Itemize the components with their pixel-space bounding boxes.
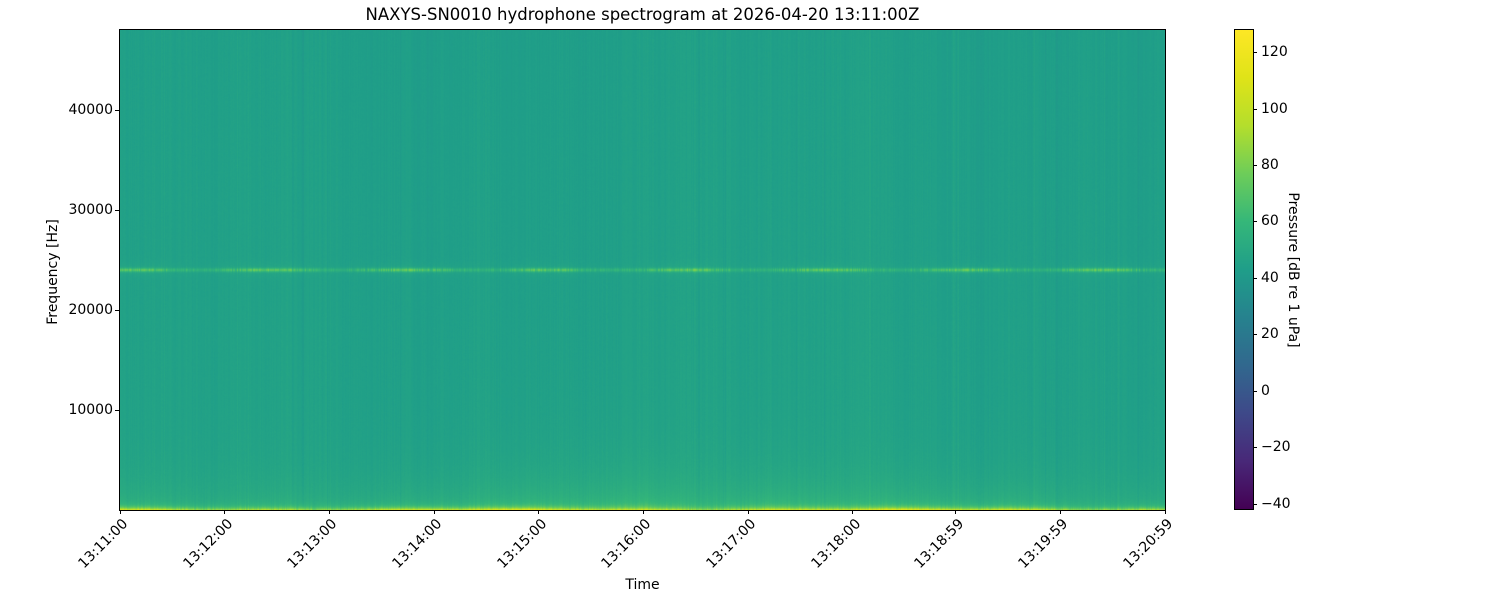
x-tick-mark: [538, 510, 540, 514]
chart-title: NAXYS-SN0010 hydrophone spectrogram at 2…: [365, 5, 920, 24]
y-tick-label: 40000: [68, 102, 113, 118]
y-tick-mark: [115, 410, 119, 411]
x-tick-text: 13:18:59: [911, 516, 967, 572]
y-axis-label: Frequency [Hz]: [45, 219, 61, 325]
colorbar-tick-label: 20: [1261, 326, 1279, 343]
x-tick-mark: [119, 510, 121, 514]
x-tick-mark: [955, 510, 957, 514]
y-tick-mark: [115, 210, 119, 211]
x-tick-mark: [852, 510, 854, 514]
x-tick-mark: [433, 510, 435, 514]
x-tick-mark: [642, 510, 644, 514]
colorbar-tick-mark: [1253, 503, 1257, 505]
colorbar-label: Pressure [dB re 1 uPa]: [1285, 192, 1301, 348]
colorbar-tick-mark: [1253, 277, 1257, 279]
x-tick-mark: [224, 510, 226, 514]
colorbar: [1234, 29, 1254, 510]
colorbar-tick-mark: [1253, 447, 1257, 449]
x-tick-text: 13:16:00: [598, 516, 655, 572]
colorbar-tick-mark: [1253, 52, 1257, 54]
x-tick-mark: [1164, 510, 1166, 514]
colorbar-tick-mark: [1253, 165, 1257, 166]
colorbar-tick-label: 100: [1261, 100, 1288, 117]
x-tick-mark: [747, 510, 749, 514]
x-tick-text: 13:19:59: [1015, 516, 1072, 572]
x-tick-text: 13:17:00: [703, 516, 760, 572]
spectrogram-plot: [119, 29, 1166, 511]
x-tick-mark: [328, 510, 330, 514]
colorbar-tick-label: 60: [1261, 213, 1279, 230]
colorbar-tick-label: 40: [1261, 269, 1279, 286]
y-tick-mark: [115, 110, 119, 111]
colorbar-gradient: [1235, 30, 1253, 509]
x-tick-text: 13:13:00: [284, 516, 341, 572]
colorbar-tick-mark: [1253, 334, 1257, 336]
colorbar-tick-mark: [1253, 108, 1257, 110]
y-tick-mark: [115, 310, 119, 311]
x-tick-text: 13:14:00: [389, 516, 446, 572]
x-tick-text: 13:15:00: [494, 516, 551, 572]
y-tick-label: 10000: [68, 402, 113, 418]
colorbar-tick-label: −40: [1261, 495, 1291, 512]
colorbar-tick-label: 80: [1261, 157, 1279, 173]
x-tick-text: 13:11:00: [75, 516, 132, 572]
y-tick-label: 30000: [68, 202, 113, 218]
x-axis-label: Time: [625, 577, 660, 593]
x-tick-text: 13:18:00: [808, 516, 865, 572]
x-tick-text: 13:20:59: [1120, 516, 1177, 572]
x-tick-mark: [1059, 510, 1061, 514]
colorbar-tick-mark: [1253, 390, 1257, 392]
colorbar-tick-mark: [1253, 221, 1257, 223]
colorbar-tick-label: 120: [1261, 44, 1288, 61]
figure: NAXYS-SN0010 hydrophone spectrogram at 2…: [0, 0, 1500, 600]
spectrogram-canvas: [120, 30, 1165, 510]
colorbar-tick-label: 0: [1261, 382, 1270, 399]
x-tick-text: 13:12:00: [180, 516, 236, 572]
colorbar-tick-label: −20: [1261, 439, 1291, 456]
